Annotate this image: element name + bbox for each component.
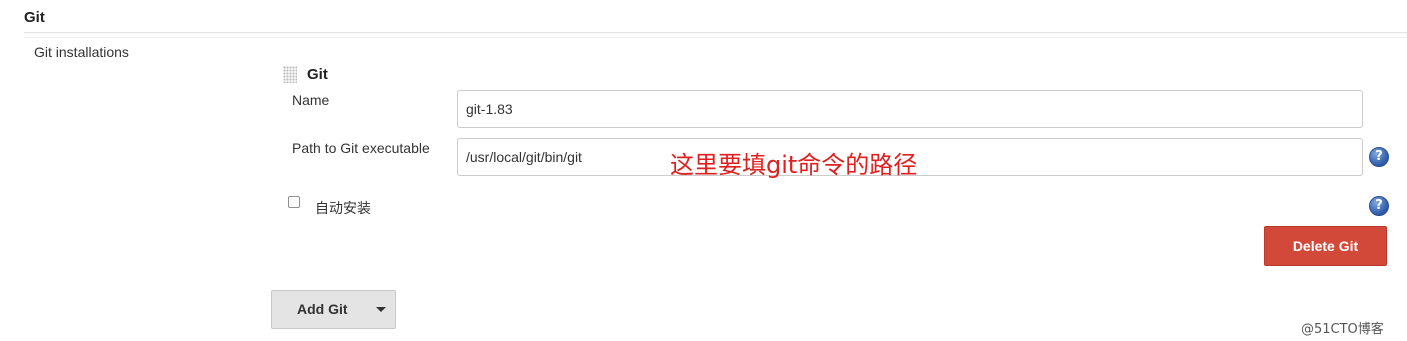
drag-handle-icon[interactable] — [283, 66, 297, 83]
watermark: @51CTO博客 — [1301, 322, 1384, 337]
add-git-label: Add Git — [297, 301, 348, 317]
installation-title: Git — [307, 66, 328, 83]
path-help-icon[interactable]: ? — [1369, 147, 1389, 167]
path-label: Path to Git executable — [292, 140, 430, 156]
git-installations-label: Git installations — [34, 44, 129, 60]
chevron-down-icon — [376, 307, 386, 312]
auto-install-help-icon[interactable]: ? — [1369, 196, 1389, 216]
auto-install-label: 自动安装 — [315, 201, 371, 217]
section-title: Git — [24, 9, 45, 26]
name-input[interactable] — [457, 90, 1363, 128]
add-git-button[interactable]: Add Git — [271, 290, 396, 329]
path-annotation: 这里要填git命令的路径 — [670, 151, 918, 179]
delete-git-button[interactable]: Delete Git — [1264, 226, 1387, 266]
subsection-divider — [24, 37, 1407, 38]
name-label: Name — [292, 92, 330, 108]
auto-install-checkbox[interactable] — [288, 196, 300, 208]
section-divider — [24, 32, 1407, 33]
